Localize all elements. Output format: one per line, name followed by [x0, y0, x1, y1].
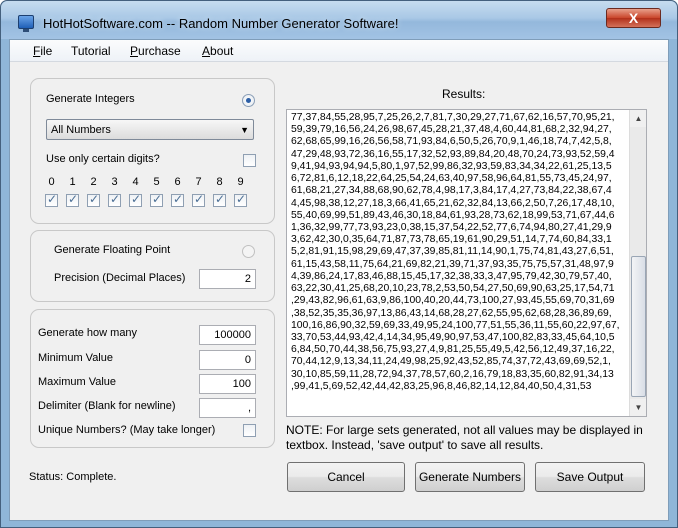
digit-checkbox[interactable] [234, 192, 247, 207]
menu-file-label: ile [40, 44, 53, 58]
results-line: 3,62,42,30,0,35,64,71,87,73,78,65,19,61,… [291, 234, 612, 246]
generate-float-radio[interactable] [242, 245, 255, 258]
results-line: 4,39,86,24,17,83,46,88,15,45,17,32,38,33… [291, 270, 612, 282]
digit-checkbox[interactable] [66, 192, 79, 207]
results-line: 5,2,81,91,15,98,29,69,47,37,39,85,81,11,… [291, 246, 614, 258]
client-area: File Tutorial Purchase About Generate In… [9, 39, 669, 521]
digit-label: 5 [153, 176, 160, 188]
chevron-down-icon: ▼ [240, 125, 249, 135]
digit-checkbox[interactable] [129, 192, 142, 207]
results-textbox[interactable]: 77,37,84,55,28,95,7,25,26,2,7,81,7,30,29… [286, 109, 647, 417]
menu-purchase-mnemonic: P [130, 44, 139, 58]
how-many-input[interactable]: 100000 [199, 325, 256, 345]
results-line: 4,45,98,38,12,27,18,3,66,41,65,21,62,32,… [291, 197, 615, 209]
results-line: 1,36,32,99,77,73,93,23,0,38,15,37,54,22,… [291, 221, 612, 233]
delimiter-input[interactable]: , [199, 398, 256, 418]
menu-about-mnemonic: A [202, 44, 211, 58]
unique-checkbox[interactable] [243, 424, 256, 437]
digit-checkbox[interactable] [150, 192, 163, 207]
scroll-down-icon[interactable]: ▼ [630, 399, 646, 416]
min-value-label: Minimum Value [38, 352, 113, 364]
results-line: ,38,52,35,35,36,97,13,86,43,14,68,28,27,… [291, 307, 612, 319]
digit-checkbox[interactable] [213, 192, 226, 207]
digit-checkbox[interactable] [87, 192, 100, 207]
scroll-thumb[interactable] [631, 256, 646, 397]
note-text: NOTE: For large sets generated, not all … [286, 423, 643, 452]
results-line: 33,70,53,44,93,42,4,14,34,95,49,90,97,53… [291, 331, 615, 343]
menu-tutorial[interactable]: Tutorial [71, 44, 111, 58]
digit-label: 2 [90, 176, 97, 188]
options-group: Generate how many 100000 Minimum Value 0… [30, 309, 275, 448]
results-line: ,29,43,82,96,61,63,9,86,100,40,20,44,73,… [291, 295, 615, 307]
results-title: Results: [442, 87, 486, 101]
only-digits-checkbox[interactable] [243, 154, 256, 167]
generate-float-label: Generate Floating Point [54, 244, 171, 256]
results-text: 77,37,84,55,28,95,7,25,26,2,7,81,7,30,29… [291, 112, 625, 393]
results-line: ,99,41,5,69,52,42,44,42,83,25,96,8,46,82… [291, 380, 592, 392]
window-title: HotHotSoftware.com -- Random Number Gene… [43, 16, 399, 31]
min-value-input[interactable]: 0 [199, 350, 256, 370]
precision-input[interactable]: 2 [199, 269, 256, 289]
max-value-input[interactable]: 100 [199, 374, 256, 394]
results-line: 30,10,85,59,11,28,72,94,37,78,57,60,2,16… [291, 368, 614, 380]
generate-integers-label: Generate Integers [46, 93, 135, 105]
number-mode-dropdown[interactable]: All Numbers ▼ [46, 119, 254, 140]
generate-integers-radio[interactable] [242, 94, 255, 107]
monitor-icon [18, 15, 34, 32]
max-value-label: Maximum Value [38, 376, 117, 388]
float-group: Generate Floating Point Precision (Decim… [30, 230, 275, 302]
generate-numbers-button[interactable]: Generate Numbers [415, 462, 525, 492]
status-text: Status: Complete. [29, 471, 117, 483]
results-line: 9,41,94,93,94,94,5,80,1,97,52,99,86,32,9… [291, 160, 612, 172]
cancel-button[interactable]: Cancel [287, 462, 405, 492]
digit-checkbox[interactable] [192, 192, 205, 207]
how-many-label: Generate how many [38, 327, 138, 339]
results-line: 100,16,86,90,32,59,69,33,49,95,24,100,77… [291, 319, 620, 331]
precision-label: Precision (Decimal Places) [54, 272, 186, 284]
delimiter-label: Delimiter (Blank for newline) [38, 400, 176, 412]
results-line: 70,44,12,9,13,34,11,24,49,98,25,92,43,52… [291, 356, 611, 368]
digit-label: 3 [111, 176, 118, 188]
title-bar[interactable]: HotHotSoftware.com -- Random Number Gene… [1, 1, 677, 39]
digit-checkbox[interactable] [45, 192, 58, 207]
results-line: 77,37,84,55,28,95,7,25,26,2,7,81,7,30,29… [291, 112, 615, 123]
digit-checkbox[interactable] [171, 192, 184, 207]
menu-about-label: bout [210, 44, 234, 58]
only-digits-label: Use only certain digits? [46, 153, 160, 165]
number-mode-value: All Numbers [51, 124, 111, 136]
integers-group: Generate Integers All Numbers ▼ Use only… [30, 78, 275, 224]
menu-purchase[interactable]: Purchase [130, 44, 181, 58]
digit-checkbox[interactable] [108, 192, 121, 207]
digit-label: 7 [195, 176, 202, 188]
digit-label: 9 [237, 176, 244, 188]
results-scrollbar[interactable]: ▲ ▼ [629, 110, 646, 416]
digit-label: 4 [132, 176, 139, 188]
results-line: 47,29,48,93,72,36,16,55,17,32,52,93,89,8… [291, 148, 615, 160]
save-output-button[interactable]: Save Output [535, 462, 645, 492]
menu-about[interactable]: About [202, 44, 233, 58]
results-line: 62,68,65,99,16,26,56,58,71,93,84,6,50,5,… [291, 136, 612, 148]
results-line: 6,84,50,70,44,38,56,75,93,27,4,9,81,25,5… [291, 344, 615, 356]
results-line: 61,68,21,27,34,88,68,90,62,78,4,98,17,3,… [291, 185, 612, 197]
digit-label: 1 [69, 176, 76, 188]
menu-purchase-label: urchase [138, 44, 181, 58]
unique-label: Unique Numbers? (May take longer) [38, 424, 216, 436]
menu-file[interactable]: File [33, 44, 52, 58]
digit-label: 8 [216, 176, 223, 188]
results-line: 59,39,79,16,56,24,26,98,67,45,28,21,37,4… [291, 124, 612, 136]
digit-label: 6 [174, 176, 181, 188]
digit-label: 0 [48, 176, 55, 188]
close-button[interactable]: X [606, 8, 661, 28]
results-line: 55,40,69,99,51,89,43,46,30,18,84,61,93,2… [291, 209, 615, 221]
menu-bar: File Tutorial Purchase About [10, 40, 668, 62]
results-line: 61,15,43,58,11,75,64,21,69,82,21,39,71,3… [291, 258, 614, 270]
app-window: HotHotSoftware.com -- Random Number Gene… [0, 0, 678, 528]
results-line: 63,22,30,41,25,68,20,10,23,78,2,53,50,54… [291, 283, 615, 295]
results-line: 6,72,81,6,12,18,22,64,25,54,24,63,40,97,… [291, 173, 612, 185]
scroll-up-icon[interactable]: ▲ [630, 110, 646, 127]
